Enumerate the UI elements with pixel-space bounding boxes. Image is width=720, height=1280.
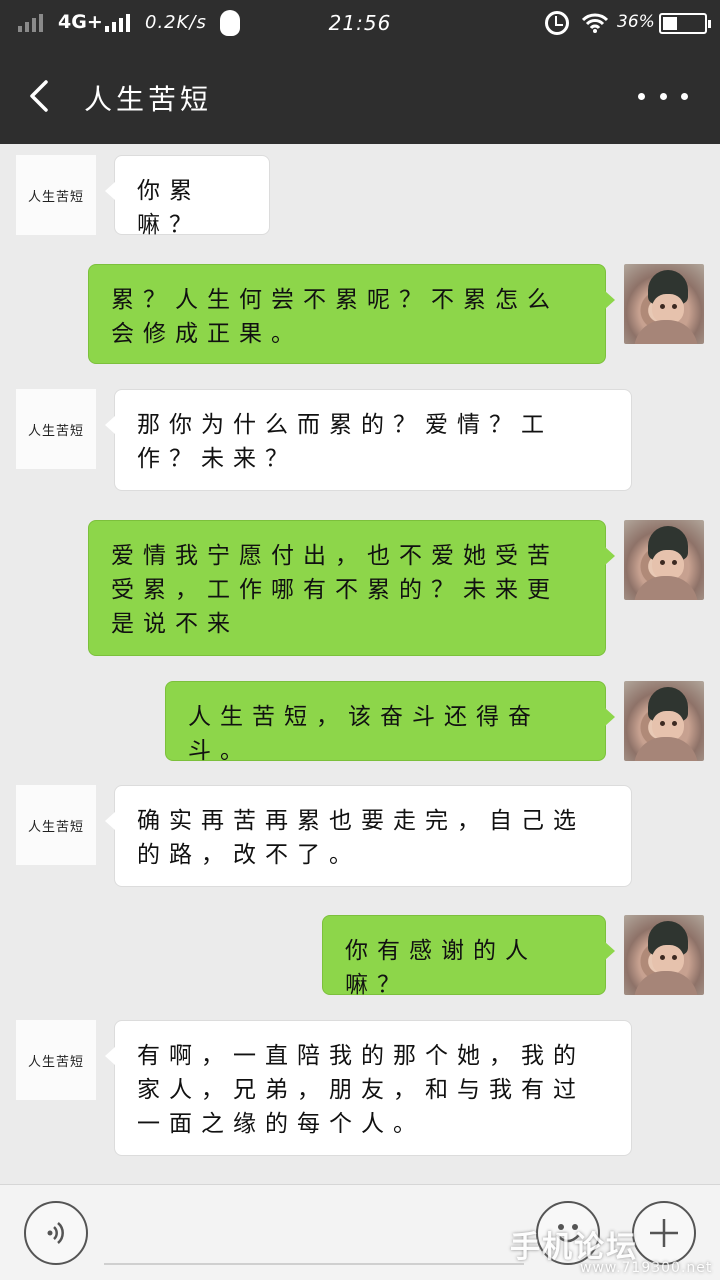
- message-input[interactable]: [104, 1263, 524, 1265]
- message-bubble-incoming[interactable]: 你累嘛？: [105, 155, 270, 238]
- friend-avatar[interactable]: 人生苦短: [16, 1020, 96, 1100]
- alarm-icon: [545, 11, 569, 35]
- clock: 21:56: [328, 11, 392, 35]
- battery-level: [663, 17, 677, 30]
- watermark-url: www.719300.net: [580, 1260, 713, 1276]
- message-bubble-incoming[interactable]: 有啊，一直陪我的那个她，我的家人，兄弟，朋友，和与我有过一面之缘的每个人。: [105, 1020, 632, 1156]
- my-avatar[interactable]: [624, 520, 704, 600]
- friend-avatar[interactable]: 人生苦短: [16, 389, 96, 469]
- friend-avatar[interactable]: 人生苦短: [16, 155, 96, 235]
- voice-icon[interactable]: [24, 1201, 88, 1265]
- message-bubble-incoming[interactable]: 确实再苦再累也要走完，自己选的路，改不了。: [105, 785, 632, 887]
- my-avatar[interactable]: [624, 264, 704, 344]
- wifi-icon: [582, 13, 608, 33]
- my-avatar[interactable]: [624, 681, 704, 761]
- message-bubble-outgoing[interactable]: 累？人生何尝不累呢？不累怎么会修成正果。: [88, 264, 615, 364]
- battery-icon: [659, 13, 711, 34]
- watermark: 手机论坛 www.719300.net: [510, 1222, 712, 1276]
- chat-title: 人生苦短: [84, 83, 213, 116]
- my-avatar[interactable]: [624, 915, 704, 995]
- battery-percent: 36%: [617, 12, 655, 32]
- more-dots-icon[interactable]: [638, 78, 688, 114]
- message-bubble-outgoing[interactable]: 你有感谢的人嘛？: [322, 915, 615, 998]
- friend-avatar[interactable]: 人生苦短: [16, 785, 96, 865]
- chat-header: 人生苦短: [0, 48, 720, 144]
- chevron-left-icon[interactable]: [22, 78, 58, 114]
- status-bar: 4G+ 0.2K/s 21:56 36%: [0, 0, 720, 48]
- message-bubble-incoming[interactable]: 那你为什么而累的？爱情？工作？未来？: [105, 389, 632, 491]
- message-bubble-outgoing[interactable]: 人生苦短，该奋斗还得奋斗。: [165, 681, 615, 764]
- message-bubble-outgoing[interactable]: 爱情我宁愿付出，也不爱她受苦受累，工作哪有不累的？未来更是说不来: [88, 520, 615, 656]
